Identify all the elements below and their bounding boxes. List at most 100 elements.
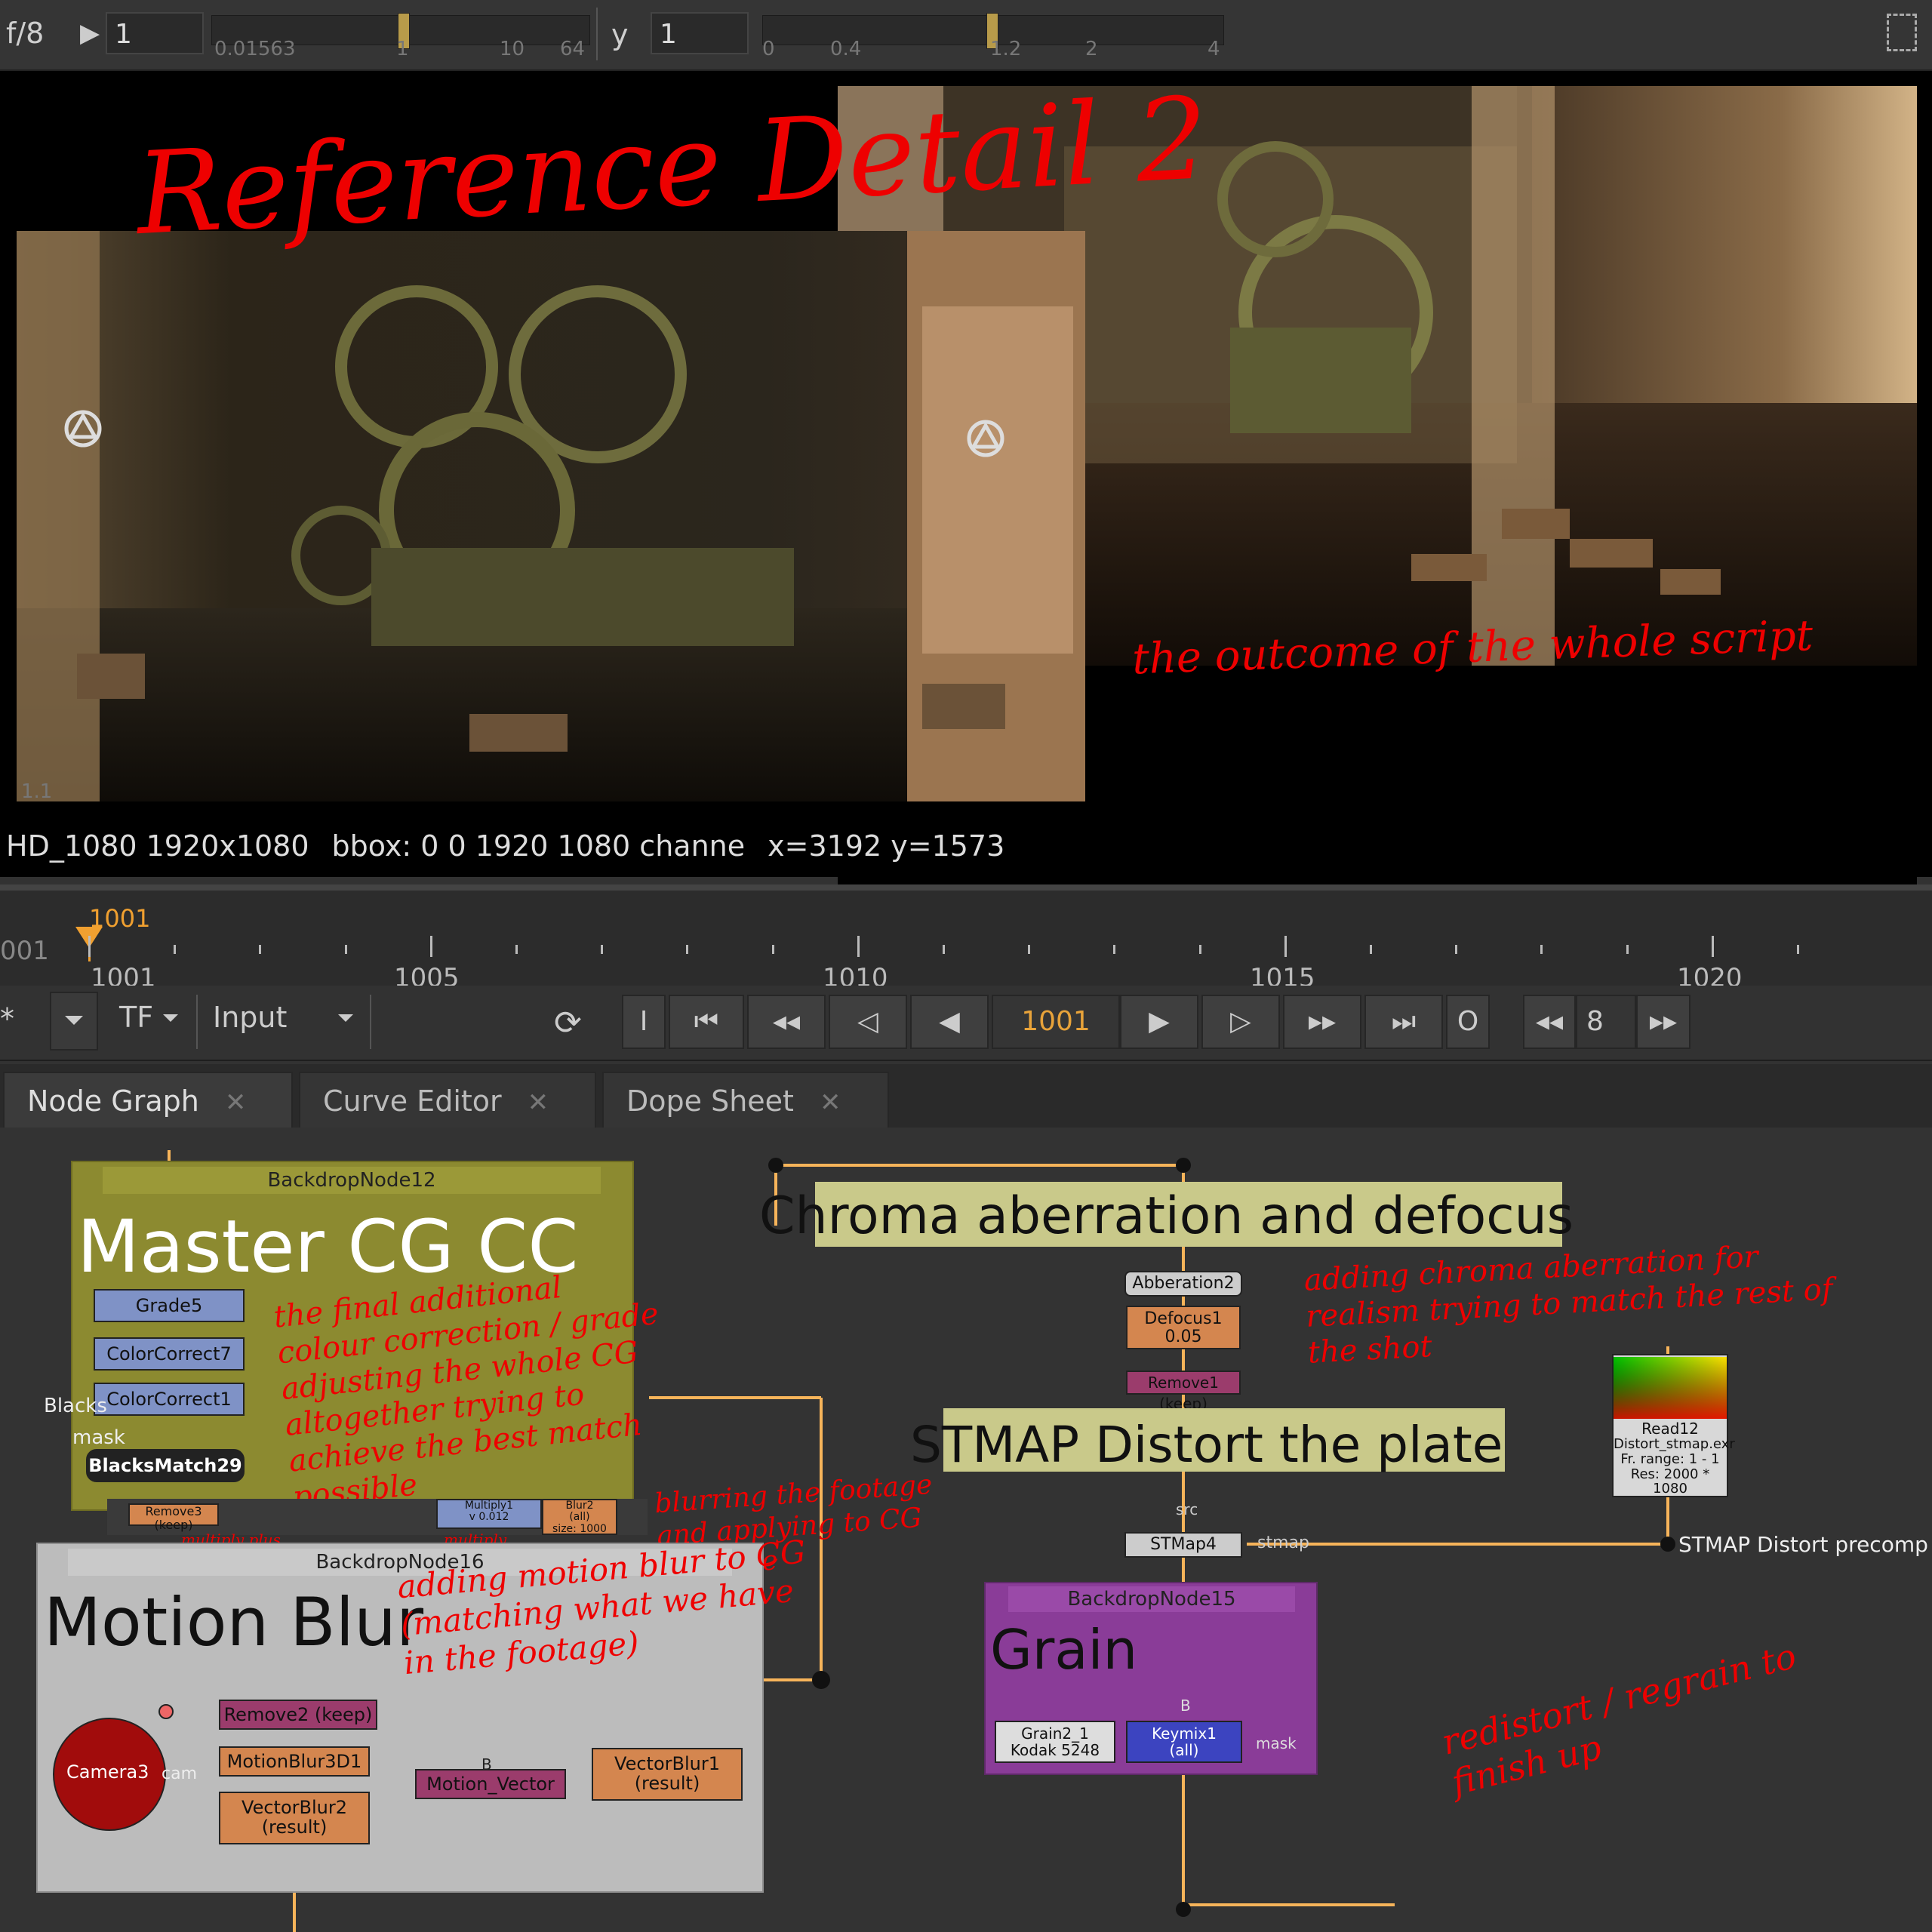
node-vectorblur[interactable]: VectorBlur2 (result) bbox=[219, 1792, 370, 1844]
timeline-tick bbox=[686, 945, 689, 954]
roi-dropdown[interactable] bbox=[50, 992, 98, 1051]
go-to-end-button[interactable]: ⏭ bbox=[1364, 995, 1443, 1049]
timeline-tick bbox=[1198, 945, 1201, 954]
timeline-tick bbox=[429, 936, 432, 957]
backdrop-title: BackdropNode12 bbox=[103, 1167, 601, 1194]
play-back-icon: ◀ bbox=[939, 1006, 960, 1037]
close-icon[interactable]: ✕ bbox=[225, 1088, 247, 1118]
node-keymix[interactable]: Keymix1 (all) bbox=[1126, 1721, 1242, 1763]
divider bbox=[370, 995, 371, 1049]
node-read-res: Res: 2000 * 1080 bbox=[1630, 1466, 1710, 1497]
skip-back-increment-button[interactable]: ◂◂ bbox=[1523, 995, 1576, 1049]
gain-input[interactable]: 1 bbox=[106, 12, 204, 54]
loop-mode-icon[interactable]: ⟳ bbox=[554, 1004, 582, 1042]
node-remove[interactable]: Remove1 (keep) bbox=[1126, 1371, 1241, 1413]
tab-label: Curve Editor bbox=[323, 1084, 502, 1118]
node-vectorblur-name: VectorBlur1 bbox=[614, 1753, 720, 1774]
timeline-tick bbox=[344, 945, 347, 954]
fullscreen-icon[interactable] bbox=[1887, 14, 1917, 51]
tab-label: Node Graph bbox=[27, 1084, 199, 1118]
tf-dropdown[interactable]: TF bbox=[119, 1001, 153, 1034]
stmap-input-label: stmap bbox=[1257, 1534, 1309, 1552]
chevron-down-icon bbox=[65, 1016, 83, 1025]
node-remove[interactable]: Remove2 (keep) bbox=[219, 1700, 377, 1730]
node-motion-vector[interactable]: Motion_Vector bbox=[415, 1769, 566, 1799]
divider bbox=[196, 995, 198, 1049]
frame-input[interactable]: 1001 bbox=[992, 995, 1120, 1049]
node-multiply-value: v 0.012 bbox=[469, 1511, 509, 1524]
timeline-tick bbox=[1370, 945, 1372, 954]
timeline-tick bbox=[88, 936, 91, 957]
node-blur[interactable]: Blur2 (all) size: 1000 bbox=[542, 1499, 617, 1535]
node-read-file: Distort_stmap.exr bbox=[1614, 1436, 1735, 1452]
node-defocus[interactable]: Defocus1 0.05 bbox=[1126, 1306, 1241, 1349]
prev-key-icon: ◂◂ bbox=[772, 1006, 801, 1037]
sticky-label: Chroma aberration and defocus bbox=[759, 1186, 1574, 1246]
viewer-canvas[interactable]: 1.1 Reference Detail 2 the outcome of th… bbox=[0, 71, 1932, 886]
out-point-button[interactable]: O bbox=[1446, 995, 1490, 1049]
tab-node-graph[interactable]: Node Graph ✕ bbox=[3, 1072, 293, 1128]
mask-label: mask bbox=[72, 1426, 125, 1449]
timeline-tick bbox=[259, 945, 262, 954]
roi-label: * bbox=[0, 1002, 14, 1035]
fast-forward-icon: ▸▸ bbox=[1649, 1006, 1678, 1037]
go-to-start-button[interactable]: ⏮ bbox=[669, 995, 744, 1049]
play-arrow-icon[interactable]: ▶ bbox=[80, 18, 100, 48]
previous-frame-button[interactable]: ◁ bbox=[829, 995, 907, 1049]
node-camera[interactable]: Camera3 bbox=[53, 1718, 166, 1831]
mask-label: mask bbox=[1256, 1734, 1297, 1752]
annotation-master-cg: the final additional colour correction /… bbox=[272, 1269, 660, 1515]
timeline-tick bbox=[1113, 945, 1116, 954]
close-icon[interactable]: ✕ bbox=[528, 1088, 549, 1118]
in-point-button[interactable]: I bbox=[622, 995, 666, 1049]
divider bbox=[596, 8, 598, 60]
node-grain[interactable]: Grain2_1 Kodak 5248 bbox=[995, 1721, 1115, 1763]
precomp-label: STMAP Distort precomp bbox=[1678, 1532, 1928, 1557]
node-multiply[interactable]: Multiply1 v 0.012 bbox=[436, 1499, 542, 1529]
blacks-label: Blacks bbox=[44, 1395, 107, 1417]
gain-tick: 0.01563 bbox=[214, 38, 296, 60]
gamma-input[interactable]: 1 bbox=[651, 12, 749, 54]
gamma-tick: 2 bbox=[1085, 38, 1098, 60]
node-colorcorrect[interactable]: ColorCorrect1 bbox=[94, 1383, 245, 1416]
panel-tab-bar: Node Graph ✕ Curve Editor ✕ Dope Sheet ✕ bbox=[0, 1064, 1932, 1128]
node-stmap[interactable]: STMap4 bbox=[1124, 1532, 1242, 1558]
node-read[interactable]: Read12 Distort_stmap.exr Fr. range: 1 - … bbox=[1612, 1354, 1735, 1497]
tab-curve-editor[interactable]: Curve Editor ✕ bbox=[299, 1072, 596, 1128]
gamma-tick: 0 bbox=[762, 38, 775, 60]
skip-forward-increment-button[interactable]: ▸▸ bbox=[1636, 995, 1690, 1049]
timeline[interactable]: 001 1001 1001 1005 1010 1015 1020 bbox=[0, 884, 1932, 993]
timeline-tick bbox=[771, 945, 774, 954]
node-grain-name: Grain2_1 bbox=[1021, 1724, 1089, 1743]
node-blacksmatch[interactable]: BlacksMatch29 bbox=[86, 1449, 245, 1482]
node-remove[interactable]: Remove3 (keep) bbox=[128, 1503, 219, 1531]
node-abberation[interactable]: Abberation2 bbox=[1124, 1271, 1242, 1297]
previous-keyframe-button[interactable]: ◂◂ bbox=[747, 995, 826, 1049]
node-vectorblur-name: VectorBlur2 bbox=[242, 1797, 347, 1818]
timeline-tick bbox=[1797, 945, 1799, 954]
step-back-icon: ◁ bbox=[857, 1006, 878, 1037]
node-vectorblur[interactable]: VectorBlur1 (result) bbox=[592, 1748, 743, 1801]
node-grade[interactable]: Grade5 bbox=[94, 1289, 245, 1322]
node-graph[interactable]: BackdropNode12 Master CG CC Grade5 Color… bbox=[0, 1128, 1932, 1932]
gain-tick: 1 bbox=[396, 38, 409, 60]
skip-start-icon: ⏮ bbox=[694, 1006, 719, 1037]
rewind-icon: ◂◂ bbox=[1535, 1006, 1564, 1037]
gamma-tick: 0.4 bbox=[830, 38, 862, 60]
bridge-row: Remove3 (keep) Multiply1 v 0.012 Blur2 (… bbox=[107, 1499, 648, 1535]
play-backward-button[interactable]: ◀ bbox=[910, 995, 989, 1049]
input-dropdown[interactable]: Input bbox=[213, 1001, 287, 1034]
backdrop-grain[interactable]: BackdropNode15 Grain Grain2_1 Kodak 5248… bbox=[984, 1582, 1318, 1775]
node-colorcorrect[interactable]: ColorCorrect7 bbox=[94, 1337, 245, 1371]
close-icon[interactable]: ✕ bbox=[820, 1088, 841, 1118]
next-keyframe-button[interactable]: ▸▸ bbox=[1283, 995, 1361, 1049]
next-frame-button[interactable]: ▷ bbox=[1201, 995, 1280, 1049]
input-b-label: B bbox=[1180, 1697, 1191, 1715]
play-forward-button[interactable]: ▶ bbox=[1120, 995, 1198, 1049]
gamma-tick: 4 bbox=[1208, 38, 1220, 60]
tab-dope-sheet[interactable]: Dope Sheet ✕ bbox=[602, 1072, 889, 1128]
node-motionblur3d[interactable]: MotionBlur3D1 bbox=[219, 1746, 370, 1777]
src-label: src bbox=[1176, 1500, 1198, 1518]
increment-input[interactable]: 8 bbox=[1576, 995, 1636, 1049]
gain-label: f/8 bbox=[6, 17, 45, 50]
